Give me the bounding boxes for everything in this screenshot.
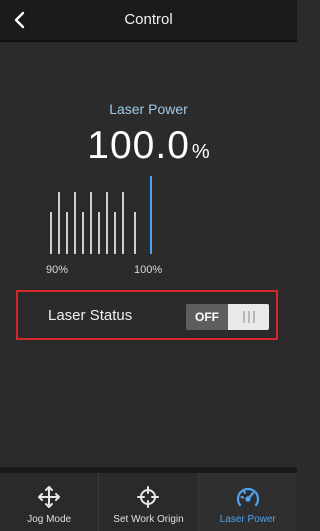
grip-line [242,311,245,323]
scale-tick [58,192,60,254]
nav-label: Laser Power [219,514,276,525]
scale-tick [106,192,108,254]
bottom-nav: Jog Mode Set Work Origin Laser Power [0,467,297,531]
scale-tick [98,212,100,254]
laser-power-value: 100.0% [0,124,297,168]
nav-item-jog-mode[interactable]: Jog Mode [0,473,100,531]
scale-max-label: 100% [134,264,163,276]
nav-item-set-work-origin[interactable]: Set Work Origin [99,473,199,531]
scale-min-label: 90% [46,264,69,276]
laser-power-label: Laser Power [109,101,188,117]
laser-status-toggle[interactable]: OFF [186,304,269,330]
toggle-off-text: OFF [186,304,228,330]
power-scale-slider[interactable] [44,176,164,254]
scale-tick [66,212,68,254]
scale-tick [134,212,136,254]
scale-tick [50,212,52,254]
scale-indicator [150,176,152,254]
header-bar: Control [0,0,297,42]
scale-tick [82,212,84,254]
laser-power-unit: % [191,141,210,163]
nav-label: Set Work Origin [113,514,184,525]
speedometer-icon [235,485,261,509]
scale-tick [90,192,92,254]
scale-tick [74,192,76,254]
crosshair-icon [135,485,161,509]
nav-label: Jog Mode [27,514,72,525]
grip-line [247,311,250,323]
page-title: Control [124,11,173,28]
scale-tick [114,212,116,254]
scale-tick [122,192,124,254]
grip-line [252,311,255,323]
laser-status-label: Laser Status [48,307,133,324]
laser-status-row: Laser Status OFF [16,290,278,340]
nav-item-laser-power[interactable]: Laser Power [198,473,297,531]
toggle-thumb[interactable] [228,304,269,330]
laser-power-number: 100.0 [87,124,190,167]
move-arrows-icon [36,485,62,509]
